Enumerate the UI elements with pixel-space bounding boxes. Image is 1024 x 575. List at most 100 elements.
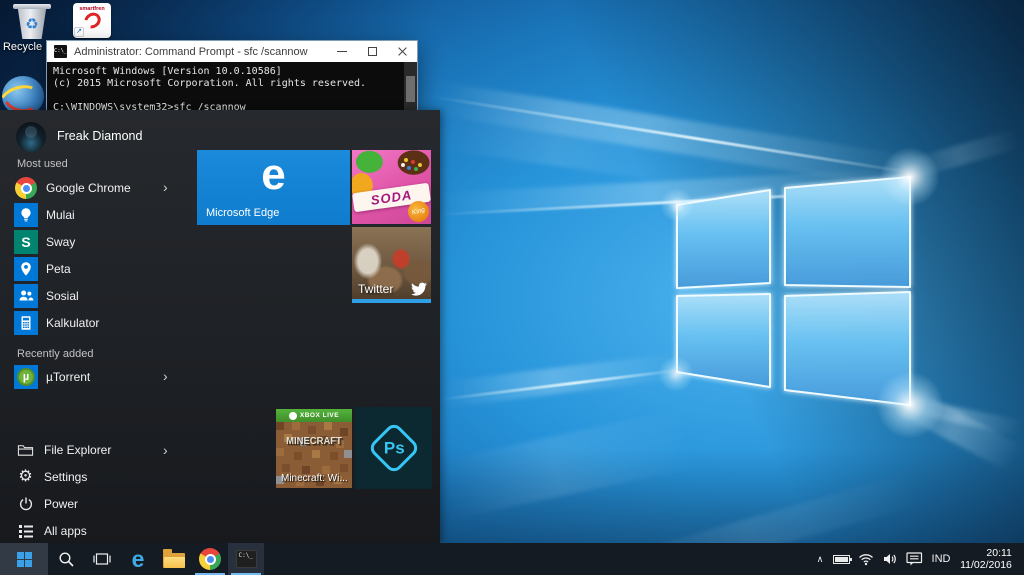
taskbar-chrome-button[interactable] [192, 543, 228, 575]
cmd-output-line: (c) 2015 Microsoft Corporation. All righ… [53, 78, 367, 89]
action-center-button[interactable] [902, 543, 926, 575]
action-center-icon [905, 552, 922, 566]
cmd-title-bar[interactable]: C:\_ Administrator: Command Prompt - sfc… [47, 41, 417, 62]
sway-icon: S [14, 230, 38, 254]
desktop-icon-smartfren[interactable]: smartfren ↗ [62, 3, 122, 38]
wifi-icon [859, 554, 873, 566]
volume-indicator[interactable] [878, 543, 902, 575]
menu-item-label: All apps [44, 524, 87, 538]
tile-minecraft[interactable]: XBOX LIVE MINECRAFT Minecraft: Wi... [276, 409, 352, 488]
recycle-bin-icon: ♻ [2, 4, 62, 39]
clock-time: 20:11 [986, 547, 1012, 559]
menu-item-power[interactable]: Power [0, 494, 196, 516]
menu-item-label: Power [44, 497, 79, 511]
task-view-button[interactable] [84, 543, 120, 575]
menu-item-google-chrome[interactable]: Google Chrome › [0, 175, 196, 201]
menu-item-peta[interactable]: Peta [0, 256, 196, 282]
chevron-right-icon[interactable]: › [163, 179, 168, 195]
taskbar-search-button[interactable] [48, 543, 84, 575]
scrollbar-thumb[interactable] [406, 76, 415, 102]
language-indicator[interactable]: IND [926, 543, 956, 575]
battery-indicator[interactable] [829, 543, 854, 575]
maximize-icon [367, 47, 377, 56]
chevron-right-icon[interactable]: › [163, 442, 168, 458]
photoshop-logo-icon: Ps [366, 421, 421, 475]
corner-glow [658, 356, 694, 392]
tile-photoshop-express[interactable]: Ps [355, 407, 432, 489]
chevron-right-icon[interactable]: › [163, 368, 168, 384]
start-menu: Freak Diamond Most used Google Chrome › … [0, 110, 440, 543]
corner-glow [876, 371, 944, 439]
windows-logo-icon [16, 551, 32, 567]
speaker-icon [884, 554, 896, 564]
clock-date: 11/02/2016 [960, 559, 1012, 571]
cmd-window-icon: C:\_ [54, 45, 67, 58]
shortcut-arrow-icon: ↗ [74, 27, 84, 37]
menu-item-file-explorer[interactable]: File Explorer › [0, 440, 196, 462]
map-pin-icon [14, 257, 38, 281]
cmd-icon: C:\_ [235, 550, 257, 568]
taskbar-file-explorer-button[interactable] [156, 543, 192, 575]
power-icon [17, 495, 34, 512]
lightbulb-icon [14, 203, 38, 227]
chrome-icon [15, 177, 37, 199]
gear-icon: ⚙ [18, 468, 33, 485]
show-hidden-icons-button[interactable]: ∧ [811, 543, 829, 575]
recycle-symbol-icon: ♻ [25, 16, 39, 33]
user-name[interactable]: Freak Diamond [57, 129, 142, 143]
close-button[interactable] [387, 41, 417, 62]
recently-added-header: Recently added [17, 348, 94, 360]
menu-item-mulai[interactable]: Mulai [0, 202, 196, 228]
taskbar-cmd-button[interactable]: C:\_ [228, 543, 264, 575]
calculator-icon [14, 311, 38, 335]
minimize-button[interactable] [327, 41, 357, 62]
edge-icon: e [131, 546, 145, 572]
tile-twitter[interactable]: Twitter [352, 227, 431, 303]
menu-item-label: Google Chrome [46, 181, 131, 195]
menu-item-label: Sosial [46, 289, 79, 303]
folder-icon [17, 441, 34, 458]
file-explorer-icon [163, 548, 185, 568]
cmd-window-title: Administrator: Command Prompt - sfc /sca… [74, 45, 308, 58]
menu-item-settings[interactable]: ⚙ Settings [0, 467, 196, 489]
tile-candy-crush-soda[interactable]: SODA King [352, 150, 431, 224]
tile-label: Twitter [358, 282, 394, 296]
menu-item-utorrent[interactable]: µ µTorrent › [0, 364, 196, 390]
taskbar: e C:\_ ∧ IND 20:11 11/02/2016 [0, 543, 1024, 575]
windows-logo [676, 176, 911, 406]
battery-icon [833, 554, 852, 564]
menu-item-label: Sway [46, 235, 76, 249]
minecraft-logo: MINECRAFT [286, 435, 342, 447]
windows-desktop: ♻ Recycle Bin smartfren ↗ C:\_ Administr… [0, 0, 1024, 575]
tile-microsoft-edge[interactable]: e Microsoft Edge [197, 150, 350, 225]
most-used-header: Most used [17, 158, 68, 170]
menu-item-kalkulator[interactable]: Kalkulator [0, 310, 196, 336]
user-avatar[interactable] [16, 122, 46, 152]
menu-item-label: Kalkulator [46, 316, 100, 330]
smartfren-icon: smartfren ↗ [73, 3, 111, 38]
start-button[interactable] [0, 543, 48, 575]
search-icon [58, 551, 74, 567]
taskbar-edge-button[interactable]: e [120, 543, 156, 575]
close-icon [397, 46, 408, 57]
task-view-icon [93, 553, 111, 565]
twitter-bird-icon [411, 282, 427, 296]
system-tray: ∧ IND 20:11 11/02/2016 [811, 543, 1024, 575]
menu-item-label: File Explorer [44, 443, 112, 457]
dirt-texture [276, 422, 284, 430]
menu-item-sway[interactable]: S Sway [0, 229, 196, 255]
tile-accent-bar [352, 299, 431, 303]
xbox-live-banner: XBOX LIVE [276, 409, 352, 422]
smartfren-swoosh [80, 9, 104, 32]
taskbar-clock[interactable]: 20:11 11/02/2016 [956, 543, 1020, 575]
menu-item-label: Peta [46, 262, 71, 276]
chrome-icon [199, 548, 221, 570]
menu-item-all-apps[interactable]: All apps [0, 521, 196, 543]
people-icon [14, 284, 38, 308]
maximize-button[interactable] [357, 41, 387, 62]
candy-sprinkles [404, 158, 408, 162]
menu-item-sosial[interactable]: Sosial [0, 283, 196, 309]
utorrent-icon: µ [14, 365, 38, 389]
wifi-indicator[interactable] [854, 543, 878, 575]
menu-item-label: Mulai [46, 208, 75, 222]
